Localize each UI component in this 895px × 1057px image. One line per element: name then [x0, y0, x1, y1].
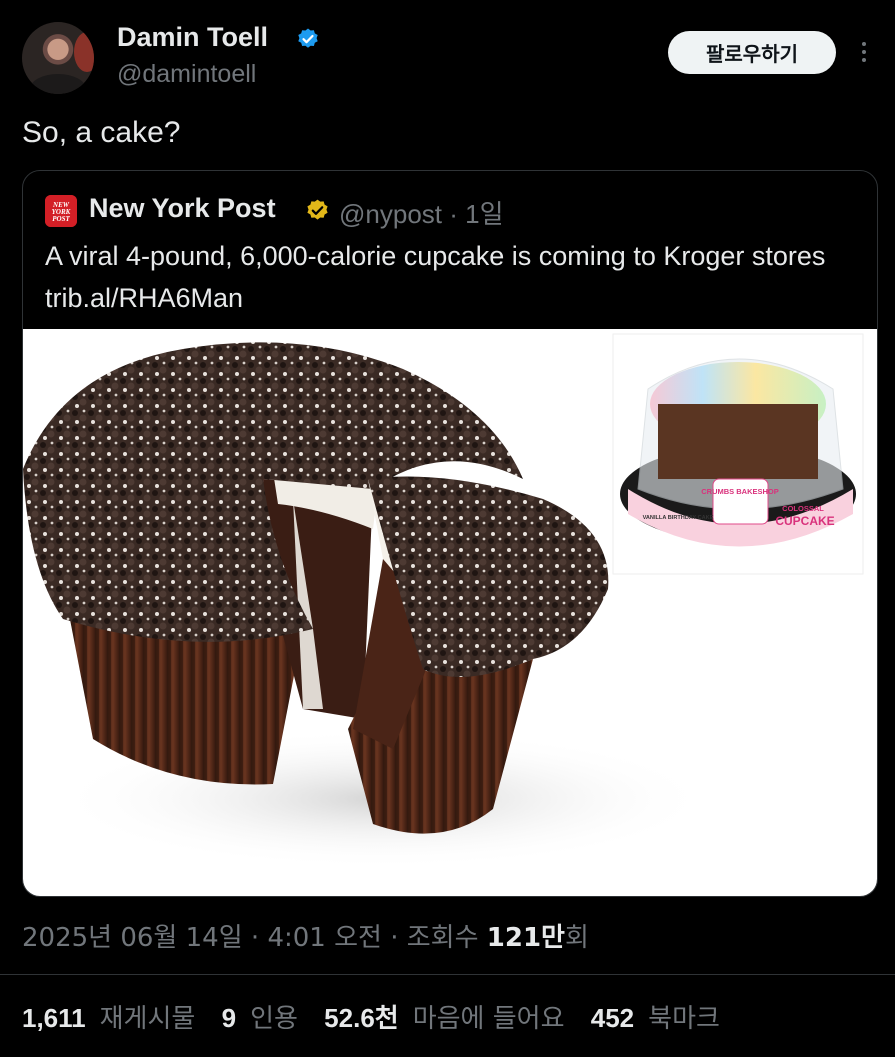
post-time[interactable]: 4:01 오전: [267, 923, 382, 953]
tweet-text: So, a cake?: [22, 116, 181, 149]
more-options-icon[interactable]: [856, 38, 872, 68]
likes-stat[interactable]: 52.6천 마음에 들어요: [324, 998, 564, 1035]
product-left-label: VANILLA BIRTHDAY CAKE: [643, 515, 714, 521]
bookmarks-stat[interactable]: 452 북마크: [591, 998, 720, 1035]
nypost-logo-mark: NEW YORK POST: [45, 195, 77, 227]
quoted-tweet-card[interactable]: NEW YORK POST New York Post @nypost · 1일…: [22, 170, 878, 897]
avatar-shirt: [30, 74, 86, 94]
nypost-logo-icon: NEW YORK POST: [45, 195, 77, 227]
engagement-stats: 1,611 재게시물 9 인용 52.6천 마음에 들어요 452 북마크: [22, 998, 738, 1035]
verified-organization-badge-icon: [307, 199, 328, 220]
verified-badge-icon: [298, 28, 318, 48]
divider: [0, 974, 895, 975]
quotes-label: 인용: [250, 1004, 298, 1034]
author-handle[interactable]: @damintoell: [117, 60, 256, 89]
author-name[interactable]: Damin Toell: [117, 22, 268, 53]
meta-separator: ·: [242, 923, 268, 953]
product-right-top-label: COLOSSAL: [782, 504, 824, 513]
reposts-count: 1,611: [22, 1003, 86, 1033]
post-metadata: 2025년 06월 14일 · 4:01 오전 · 조회수 121만회: [22, 917, 589, 954]
bookmarks-label: 북마크: [648, 1004, 720, 1034]
quoted-tweet-image[interactable]: CRUMBS BAKESHOP VANILLA BIRTHDAY CAKE CO…: [23, 329, 877, 896]
quoted-author-name[interactable]: New York Post: [89, 193, 276, 224]
reposts-stat[interactable]: 1,611 재게시물: [22, 998, 195, 1035]
likes-label: 마음에 들어요: [412, 1004, 565, 1034]
quotes-count: 9: [221, 1003, 237, 1033]
meta-separator: ·: [449, 199, 458, 229]
quoted-author-handle[interactable]: @nypost: [339, 199, 442, 229]
post-date[interactable]: 2025년 06월 14일: [22, 923, 243, 953]
views-count: 121만: [486, 923, 565, 953]
reposts-label: 재게시물: [99, 1004, 196, 1034]
quoted-tweet-text: A viral 4-pound, 6,000-calorie cupcake i…: [45, 241, 826, 313]
views-suffix: 회: [564, 923, 589, 953]
product-brand-label: CRUMBS BAKESHOP: [701, 487, 779, 496]
avatar-background: [74, 32, 94, 72]
quoted-post-age[interactable]: 1일: [465, 199, 503, 229]
quotes-stat[interactable]: 9 인용: [222, 998, 298, 1035]
quoted-author-meta: @nypost · 1일: [339, 194, 504, 231]
meta-separator: ·: [381, 923, 407, 953]
bookmarks-count: 452: [590, 1003, 635, 1033]
author-avatar[interactable]: [22, 22, 94, 94]
views-label: 조회수: [406, 923, 487, 953]
svg-text:POST: POST: [52, 215, 70, 223]
cupcake-photo: CRUMBS BAKESHOP VANILLA BIRTHDAY CAKE CO…: [23, 333, 864, 869]
likes-count: 52.6천: [324, 1003, 399, 1033]
product-right-main-label: CUPCAKE: [775, 514, 834, 528]
follow-button[interactable]: 팔로우하기: [668, 31, 836, 74]
